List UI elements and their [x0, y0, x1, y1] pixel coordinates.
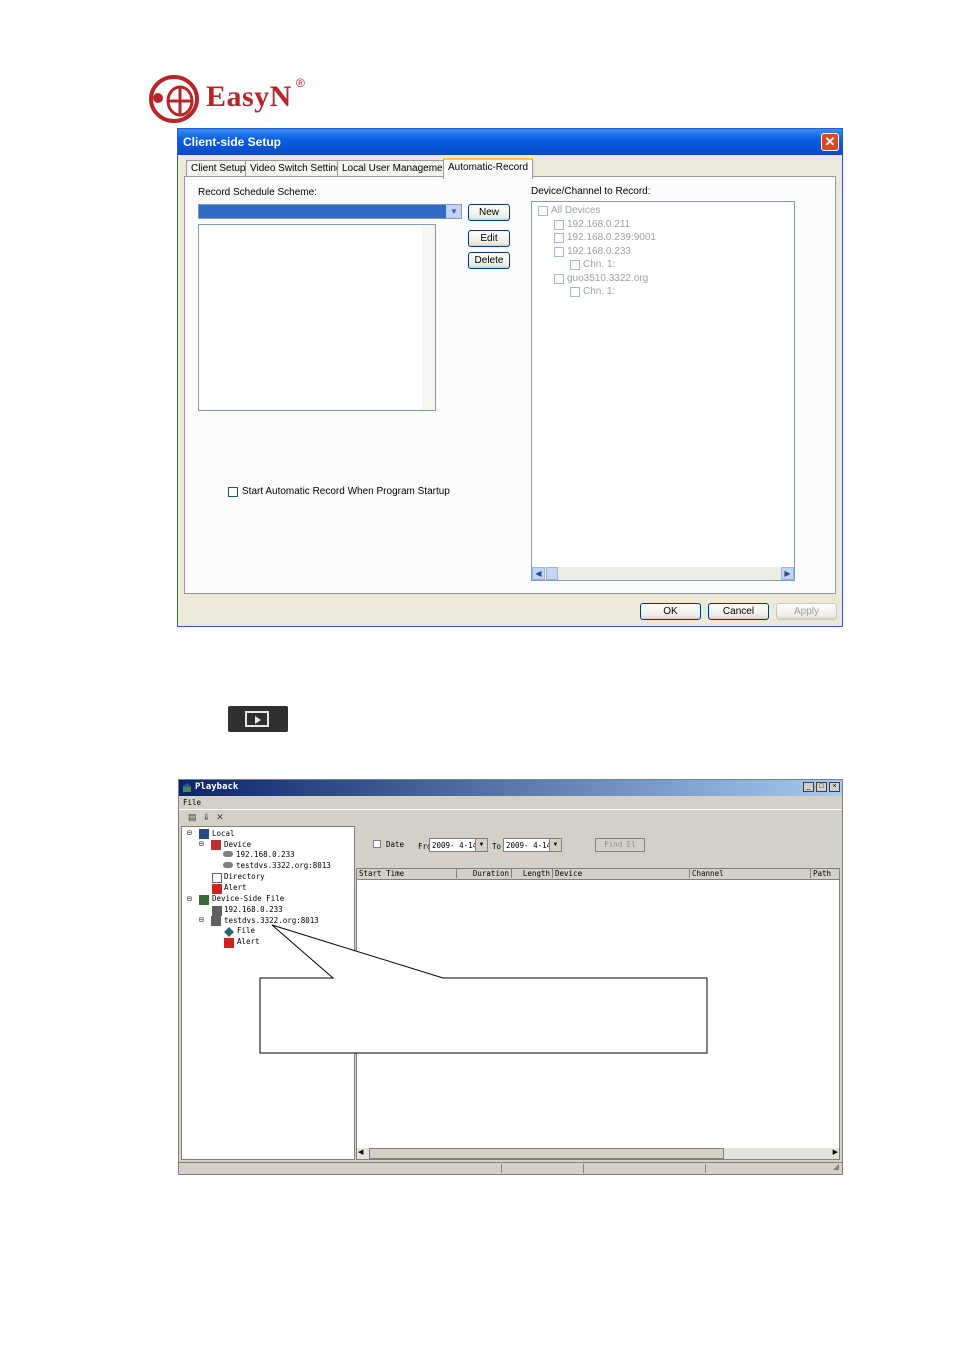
callout-annotation — [259, 924, 708, 1054]
tab-automatic-record[interactable]: Automatic-Record — [443, 158, 534, 179]
